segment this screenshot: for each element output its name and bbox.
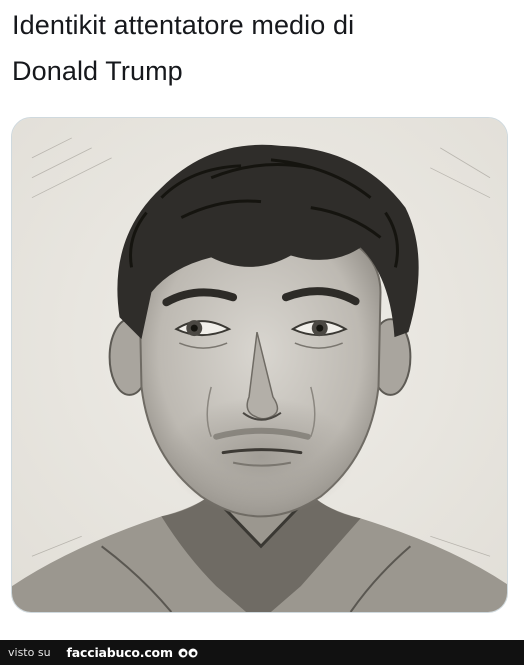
post-image[interactable] <box>11 117 508 613</box>
visto-su-label: visto su <box>8 646 51 659</box>
post-text-line-1: Identikit attentatore medio di <box>12 10 355 40</box>
facciabuco-brand[interactable]: facciabuco.com <box>67 645 173 660</box>
sketch-portrait-image <box>12 118 507 612</box>
watermark-bar: visto su facciabuco.com <box>0 640 524 665</box>
eyes-logo-icon <box>178 647 198 659</box>
post-text-line-2: Donald Trump <box>12 56 183 86</box>
post-text: Identikit attentatore medio di Donald Tr… <box>12 2 512 94</box>
